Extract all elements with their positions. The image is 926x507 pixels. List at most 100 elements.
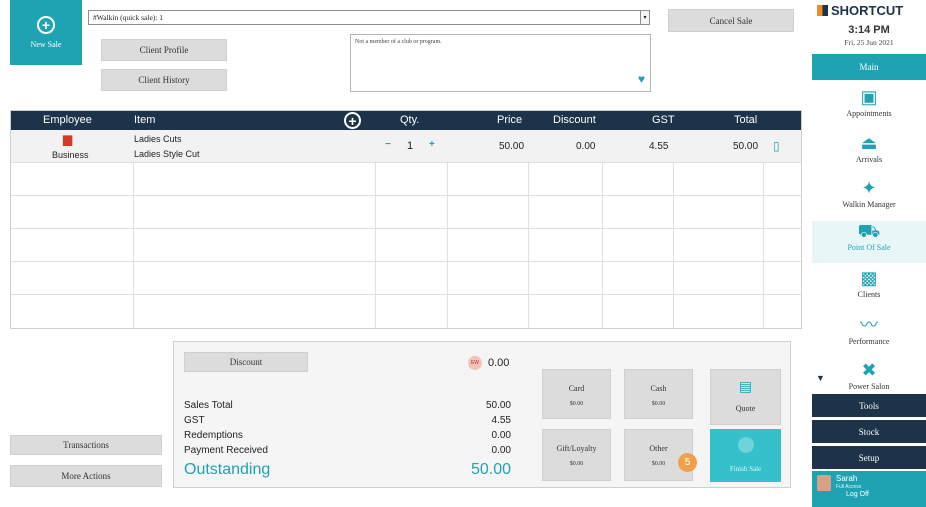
nav-power-salon[interactable]: ✖ Power Salon (812, 360, 926, 392)
nav-power-salon-label: Power Salon (848, 382, 890, 391)
user-name: Sarah (836, 474, 858, 483)
clock-time: 3:14 PM (848, 24, 890, 36)
business-icon: ▆ (63, 132, 73, 146)
col-gst: GST (652, 114, 675, 126)
col-item: Item (134, 114, 156, 126)
dumbbell-icon: ✖ (861, 360, 877, 380)
nav-clients-label: Clients (857, 290, 881, 299)
sales-total-value: 50.00 (485, 400, 511, 411)
quote-label: Quote (735, 404, 756, 413)
nav-arrivals-label: Arrivals (855, 155, 883, 164)
table-row (11, 295, 801, 328)
row-qty: 1 (407, 140, 414, 152)
gift-loyalty-value: $0.00 (569, 461, 584, 467)
gst-value: 4.55 (491, 415, 511, 426)
nav-arrivals[interactable]: ⏏ Arrivals (812, 133, 926, 164)
finish-sale-button[interactable]: Finish Sale (710, 429, 781, 482)
logoff-button[interactable]: Log Off (846, 491, 869, 498)
avatar (817, 475, 831, 491)
nav-walkin-manager[interactable]: ✦ Walkin Manager (812, 178, 926, 209)
finish-sale-label: Finish Sale (729, 465, 762, 473)
trash-icon[interactable]: ▯ (773, 139, 780, 153)
sales-total-label: Sales Total (184, 400, 233, 411)
nav-tools[interactable]: Tools (812, 394, 926, 417)
gst-label: GST (184, 415, 205, 426)
chevron-down-icon[interactable]: ▾ (640, 11, 649, 24)
table-row (11, 262, 801, 295)
user-panel[interactable]: Sarah Full Access Log Off (812, 471, 926, 507)
step-badge: 5 (678, 453, 697, 472)
row-discount[interactable]: 0.00 (576, 141, 595, 152)
nav-stock[interactable]: Stock (812, 420, 926, 443)
new-sale-button[interactable]: + New Sale (10, 0, 82, 65)
row-price[interactable]: 50.00 (499, 141, 524, 152)
client-card-icon: ▩ (860, 268, 878, 288)
redemptions-value: 0.00 (491, 430, 511, 441)
gift-loyalty-button[interactable]: Gift/Loyalty $0.00 (542, 429, 611, 481)
payment-received-label: Payment Received (184, 445, 268, 456)
calendar-icon: ▣ (860, 87, 878, 107)
cash-payment-button[interactable]: Cash $0.00 (624, 369, 693, 419)
discount-badge: EW (468, 356, 482, 370)
table-row (11, 196, 801, 229)
gift-loyalty-label: Gift/Loyalty (556, 444, 597, 453)
walking-person-icon: ✦ (861, 178, 877, 198)
nav-setup[interactable]: Setup (812, 446, 926, 469)
sale-items-table: Employee Item + Qty. Price Discount GST … (10, 110, 802, 329)
qty-minus-button[interactable]: − (385, 139, 391, 150)
table-row (11, 163, 801, 196)
nav-appointments-label: Appointments (846, 109, 892, 118)
nav-point-of-sale-label: Point Of Sale (847, 243, 891, 252)
brand-mark-icon (817, 5, 828, 16)
col-total: Total (734, 114, 758, 126)
card-payment-button[interactable]: Card $0.00 (542, 369, 611, 419)
scroll-down-icon[interactable]: ▼ (816, 373, 825, 383)
client-select[interactable]: #Walkin (quick sale): 1 ▾ (88, 10, 650, 25)
clock-date: Fri, 25 Jun 2021 (844, 38, 894, 47)
membership-note-box: Not a member of a club or program. ♥ (350, 34, 651, 92)
plus-circle-icon: + (37, 16, 55, 34)
nav-clients[interactable]: ▩ Clients (812, 268, 926, 299)
col-qty: Qty. (400, 114, 420, 126)
cash-value: $0.00 (651, 401, 666, 407)
client-select-value: #Walkin (quick sale): 1 (93, 13, 164, 22)
nav-main[interactable]: Main (812, 54, 926, 80)
outstanding-label: Outstanding (184, 461, 271, 478)
check-circle-icon (737, 437, 754, 453)
cash-label: Cash (650, 384, 667, 393)
table-row[interactable]: ▆ Business Ladies Cuts Ladies Style Cut … (11, 130, 801, 163)
nav-performance-label: Performance (848, 337, 890, 346)
col-price: Price (497, 114, 523, 126)
sidebar: SHORTCUT 3:14 PM Fri, 25 Jun 2021 Main ▣… (812, 0, 926, 507)
quote-button[interactable]: ▤ Quote (710, 369, 781, 425)
client-profile-button[interactable]: Client Profile (101, 39, 227, 61)
more-actions-button[interactable]: More Actions (10, 465, 162, 487)
table-header: Employee Item + Qty. Price Discount GST … (11, 111, 801, 130)
redemptions-label: Redemptions (184, 430, 243, 441)
nav-appointments[interactable]: ▣ Appointments (812, 87, 926, 118)
row-item-line1: Ladies Cuts (134, 134, 182, 144)
table-row (11, 229, 801, 262)
transactions-button[interactable]: Transactions (10, 435, 162, 455)
heart-plus-icon[interactable]: ♥ (638, 72, 645, 87)
cancel-sale-button[interactable]: Cancel Sale (668, 9, 794, 32)
document-icon: ▤ (738, 380, 753, 395)
user-access: Full Access (836, 484, 862, 490)
qty-plus-button[interactable]: + (429, 139, 435, 150)
row-total: 50.00 (733, 141, 759, 152)
payment-received-value: 0.00 (491, 445, 511, 456)
client-history-button[interactable]: Client History (101, 69, 227, 91)
card-label: Card (568, 384, 585, 393)
nav-point-of-sale[interactable]: ⛟ Point Of Sale (812, 221, 926, 263)
new-sale-label: New Sale (30, 40, 62, 49)
row-item-line2: Ladies Style Cut (134, 149, 200, 159)
totals-panel: Discount EW 0.00 Sales Total 50.00 GST 4… (173, 341, 791, 488)
brand-name: SHORTCUT (831, 3, 904, 18)
bell-icon: ⏏ (860, 133, 878, 153)
nav-performance[interactable]: 〰 Performance (812, 315, 926, 346)
add-item-icon[interactable]: + (344, 112, 361, 129)
brand-logo: SHORTCUT (817, 3, 903, 18)
trend-line-icon: 〰 (860, 315, 878, 335)
col-discount: Discount (553, 114, 596, 126)
discount-button[interactable]: Discount (184, 352, 308, 372)
